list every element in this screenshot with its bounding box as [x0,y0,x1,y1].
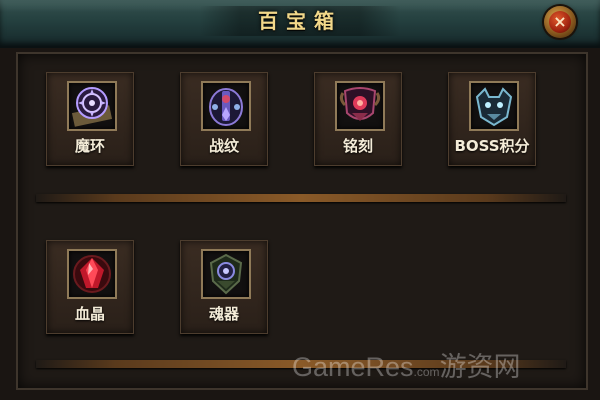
shelf-divider [36,194,566,202]
item-label: 战纹 [208,137,239,155]
close-icon: × [549,11,571,33]
item-label: 魔环 [74,137,105,155]
item-slot-boss-points[interactable]: BOSS积分 [448,72,536,166]
boss-points-icon [469,81,519,131]
soul-vessel-icon [201,249,251,299]
item-slot-demon-ring[interactable]: 魔环 [46,72,134,166]
close-button[interactable]: × [544,6,576,38]
battle-pattern-icon [201,81,251,131]
item-slot-battle-pattern[interactable]: 战纹 [180,72,268,166]
item-slot-soul-vessel[interactable]: 魂器 [180,240,268,334]
item-label: 铭刻 [342,137,373,155]
treasure-box-window: 百宝箱 × 魔环 战纹 铭刻 BOSS积分 血晶 魂器 GameRes.com游… [0,0,600,400]
item-label: 魂器 [208,305,239,323]
title-bar: 百宝箱 × [0,0,600,48]
items-panel: 魔环 战纹 铭刻 BOSS积分 血晶 魂器 [16,52,588,390]
item-slot-blood-crystal[interactable]: 血晶 [46,240,134,334]
item-label: BOSS积分 [454,137,530,155]
item-slot-inscription[interactable]: 铭刻 [314,72,402,166]
blood-crystal-icon [67,249,117,299]
window-title: 百宝箱 [258,9,342,33]
watermark-domain: .com [413,365,440,379]
inscription-icon [335,81,385,131]
item-label: 血晶 [74,305,105,323]
demon-ring-icon [67,81,117,131]
watermark-logo: GameRes [292,352,414,382]
watermark: GameRes.com游资网 [292,345,582,382]
watermark-suffix: 游资网 [439,352,521,382]
